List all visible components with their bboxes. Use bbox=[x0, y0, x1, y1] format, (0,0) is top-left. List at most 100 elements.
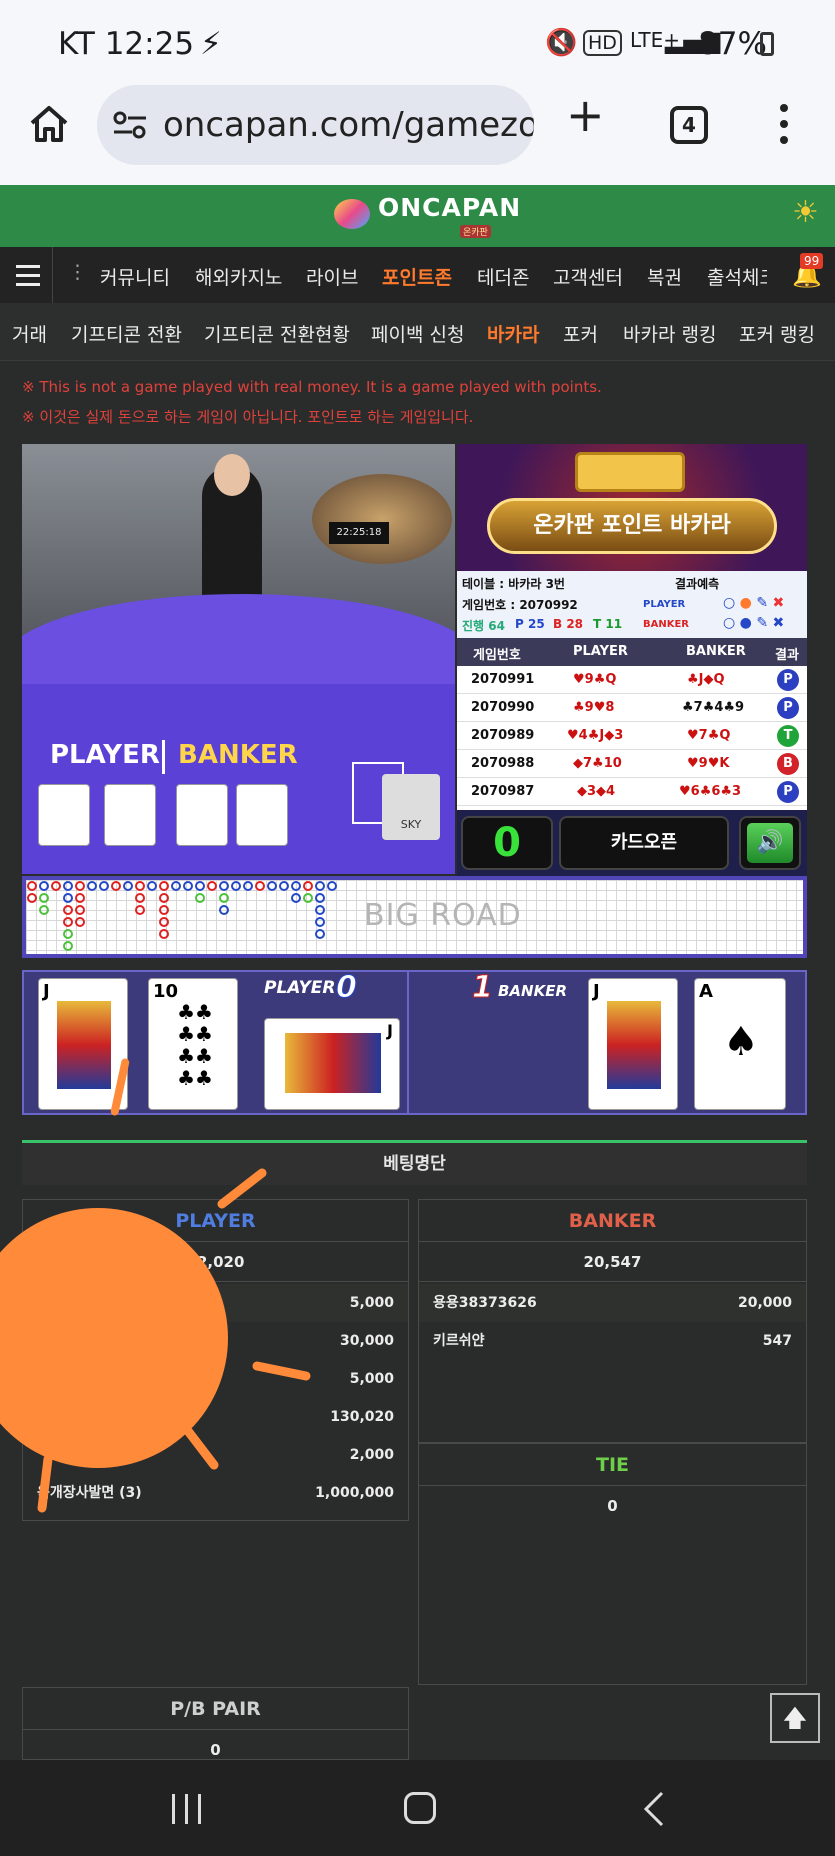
android-nav-bar bbox=[0, 1760, 835, 1856]
result-row: 2070991 ♥9♣Q ♣J◆Q P bbox=[457, 666, 807, 694]
mute-icon: 🔇 bbox=[545, 28, 578, 58]
banker-count: B 28 bbox=[553, 617, 584, 631]
spade-icon: ♠ bbox=[723, 1019, 759, 1065]
result-banker-cards: ♥7♣Q bbox=[687, 728, 731, 743]
results-table: 게임번호 PLAYER BANKER 결과 2070991 ♥9♣Q ♣J◆Q … bbox=[457, 638, 807, 810]
menu-item-community[interactable]: 커뮤니티 bbox=[100, 263, 170, 290]
menu-item-customer-center[interactable]: 고객센터 bbox=[553, 263, 623, 290]
sound-button[interactable]: 🔊 bbox=[739, 816, 801, 870]
banker-score: 1 bbox=[472, 970, 494, 1006]
submenu-poker[interactable]: 포커 bbox=[563, 320, 598, 347]
scroll-top-button[interactable]: 🡅 bbox=[770, 1693, 820, 1743]
slot-machine-icon bbox=[575, 452, 685, 492]
menu-overflow-icon[interactable]: ⋮ bbox=[68, 261, 87, 283]
card-open-button[interactable]: 카드오픈 bbox=[559, 816, 729, 870]
speaker-icon: 🔊 bbox=[747, 823, 793, 863]
results-header-no: 게임번호 bbox=[473, 648, 521, 663]
result-badge: B bbox=[777, 753, 799, 775]
player-card-rank: J bbox=[387, 1021, 393, 1040]
result-player-cards: ◆3◆4 bbox=[577, 784, 616, 799]
menu-item-point-zone[interactable]: 포인트존 bbox=[382, 263, 452, 290]
hamburger-icon[interactable] bbox=[16, 265, 40, 286]
menu-item-live[interactable]: 라이브 bbox=[306, 263, 358, 290]
bet-amount: 20,000 bbox=[737, 1295, 792, 1311]
result-no: 2070989 bbox=[471, 728, 535, 743]
notice-en: ※ This is not a game played with real mo… bbox=[22, 378, 602, 396]
notification-button[interactable]: 🔔 99 bbox=[778, 247, 835, 303]
game-info: 테이블 : 바카라 3번 게임번호 : 2070992 진행 64 P 25 B… bbox=[457, 571, 807, 638]
site-logo[interactable]: ONCAPAN bbox=[378, 193, 521, 222]
status-bar: KT 12:25 ⚡ 🔇 HD LTE+ ▂▄▆ 87% bbox=[0, 0, 835, 80]
recent-apps-icon[interactable] bbox=[172, 1794, 202, 1824]
player-card-rank: J bbox=[43, 981, 50, 1002]
game-controls: 0 카드오픈 🔊 bbox=[457, 810, 807, 876]
forecast-player-icons[interactable]: ○ ● ✎ ✖ bbox=[723, 595, 784, 611]
tie-bets-total: 0 bbox=[607, 1497, 618, 1515]
tab-count: 4 bbox=[682, 113, 696, 137]
site-logo-sub: 온카판 bbox=[460, 225, 491, 238]
back-icon[interactable] bbox=[640, 1790, 668, 1828]
banker-card: J bbox=[588, 978, 678, 1110]
banker-bets-title: BANKER bbox=[419, 1200, 806, 1242]
pair-bets-panel: P/B PAIR 0 bbox=[22, 1687, 409, 1760]
menu-item-attendance[interactable]: 출석체크 bbox=[707, 263, 767, 290]
result-row: 2070987 ◆3◆4 ♥6♣6♣3 P bbox=[457, 778, 807, 806]
result-badge: T bbox=[777, 725, 799, 747]
submenu-payback[interactable]: 페이백 신청 bbox=[371, 320, 464, 347]
club-pips-icon: ♣♣ ♣♣ ♣♣ ♣♣ bbox=[177, 1000, 213, 1090]
site-settings-icon[interactable] bbox=[112, 111, 148, 139]
submenu-gifticon-status[interactable]: 기프티콘 전환현황 bbox=[204, 320, 350, 347]
result-row: 2070988 ◆7♣10 ♥9♥K B bbox=[457, 750, 807, 778]
submenu-baccarat[interactable]: 바카라 bbox=[487, 320, 539, 347]
bettor-name: 키르쉬얀 bbox=[433, 1333, 485, 1349]
player-card: 10 ♣♣ ♣♣ ♣♣ ♣♣ bbox=[148, 978, 238, 1110]
result-no: 2070990 bbox=[471, 700, 535, 715]
forecast-banker-icons[interactable]: ○ ● ✎ ✖ bbox=[723, 615, 784, 631]
submenu-poker-ranking[interactable]: 포커 랭킹 bbox=[739, 320, 815, 347]
game-banner: 온카판 포인트 바카라 bbox=[457, 444, 807, 571]
player-label: PLAYER bbox=[264, 978, 336, 998]
home-icon[interactable] bbox=[28, 104, 70, 144]
bet-row: 용용38373626 20,000 bbox=[419, 1284, 806, 1322]
banner-title: 온카판 포인트 바카라 bbox=[487, 498, 777, 554]
notification-badge: 99 bbox=[800, 253, 824, 269]
hd-icon: HD bbox=[583, 30, 622, 56]
more-menu-icon[interactable] bbox=[780, 104, 788, 144]
result-no: 2070988 bbox=[471, 756, 535, 771]
tab-switcher-button[interactable]: 4 bbox=[670, 106, 708, 144]
submenu-gifticon-exchange[interactable]: 기프티콘 전환 bbox=[71, 320, 182, 347]
result-player-cards: ◆7♣10 bbox=[573, 756, 622, 771]
home-nav-icon[interactable] bbox=[404, 1792, 436, 1824]
menu-item-tether-zone[interactable]: 테더존 bbox=[477, 263, 529, 290]
touch-indicator-overlay bbox=[0, 1168, 311, 1513]
tie-bets-title: TIE bbox=[419, 1444, 806, 1486]
new-tab-icon[interactable]: + bbox=[566, 92, 605, 138]
menu-item-lottery[interactable]: 복권 bbox=[647, 263, 682, 290]
submenu-baccarat-ranking[interactable]: 바카라 랭킹 bbox=[623, 320, 716, 347]
theme-toggle-icon[interactable]: ☀ bbox=[792, 198, 819, 228]
banker-bets-panel: BANKER 20,547 용용38373626 20,000 키르쉬얀 547 bbox=[418, 1199, 807, 1443]
menu-item-overseas-casino[interactable]: 해외카지노 bbox=[195, 263, 282, 290]
game-number: 게임번호 : 2070992 bbox=[462, 598, 578, 612]
banker-card-rank: J bbox=[593, 981, 600, 1002]
result-badge: P bbox=[777, 669, 799, 691]
site-header: ONCAPAN 온카판 ☀ bbox=[0, 185, 835, 247]
notice-ko: ※ 이것은 실제 돈으로 하는 게임이 아닙니다. 포인트로 하는 게임입니다. bbox=[22, 408, 474, 426]
result-player-cards: ♣9♥8 bbox=[573, 700, 615, 715]
result-player-cards: ♥4♣J◆3 bbox=[567, 728, 624, 743]
result-no: 2070991 bbox=[471, 672, 535, 687]
live-video: 22:25:18 PLAYER BANKER SKY bbox=[22, 444, 455, 874]
banker-card-rank: A bbox=[699, 981, 713, 1002]
forecast-player-label: PLAYER bbox=[643, 599, 686, 610]
table-name: 테이블 : 바카라 3번 bbox=[462, 577, 565, 591]
results-header-player: PLAYER bbox=[573, 644, 628, 659]
arrow-up-icon: 🡅 bbox=[782, 1704, 808, 1732]
player-card-rank: 10 bbox=[153, 981, 179, 1002]
url-text: oncapan.com/gamezo bbox=[163, 105, 534, 145]
address-bar[interactable]: oncapan.com/gamezo bbox=[97, 85, 534, 165]
submenu-trade[interactable]: 거래 bbox=[12, 320, 47, 347]
tie-bets-panel: TIE 0 bbox=[418, 1443, 807, 1685]
forecast-label: 결과예측 bbox=[675, 577, 720, 591]
bettor-name: 용용38373626 bbox=[433, 1295, 537, 1311]
main-menu: ⋮ 커뮤니티 해외카지노 라이브 포인트존 테더존 고객센터 복권 출석체크 🔔… bbox=[0, 247, 835, 303]
